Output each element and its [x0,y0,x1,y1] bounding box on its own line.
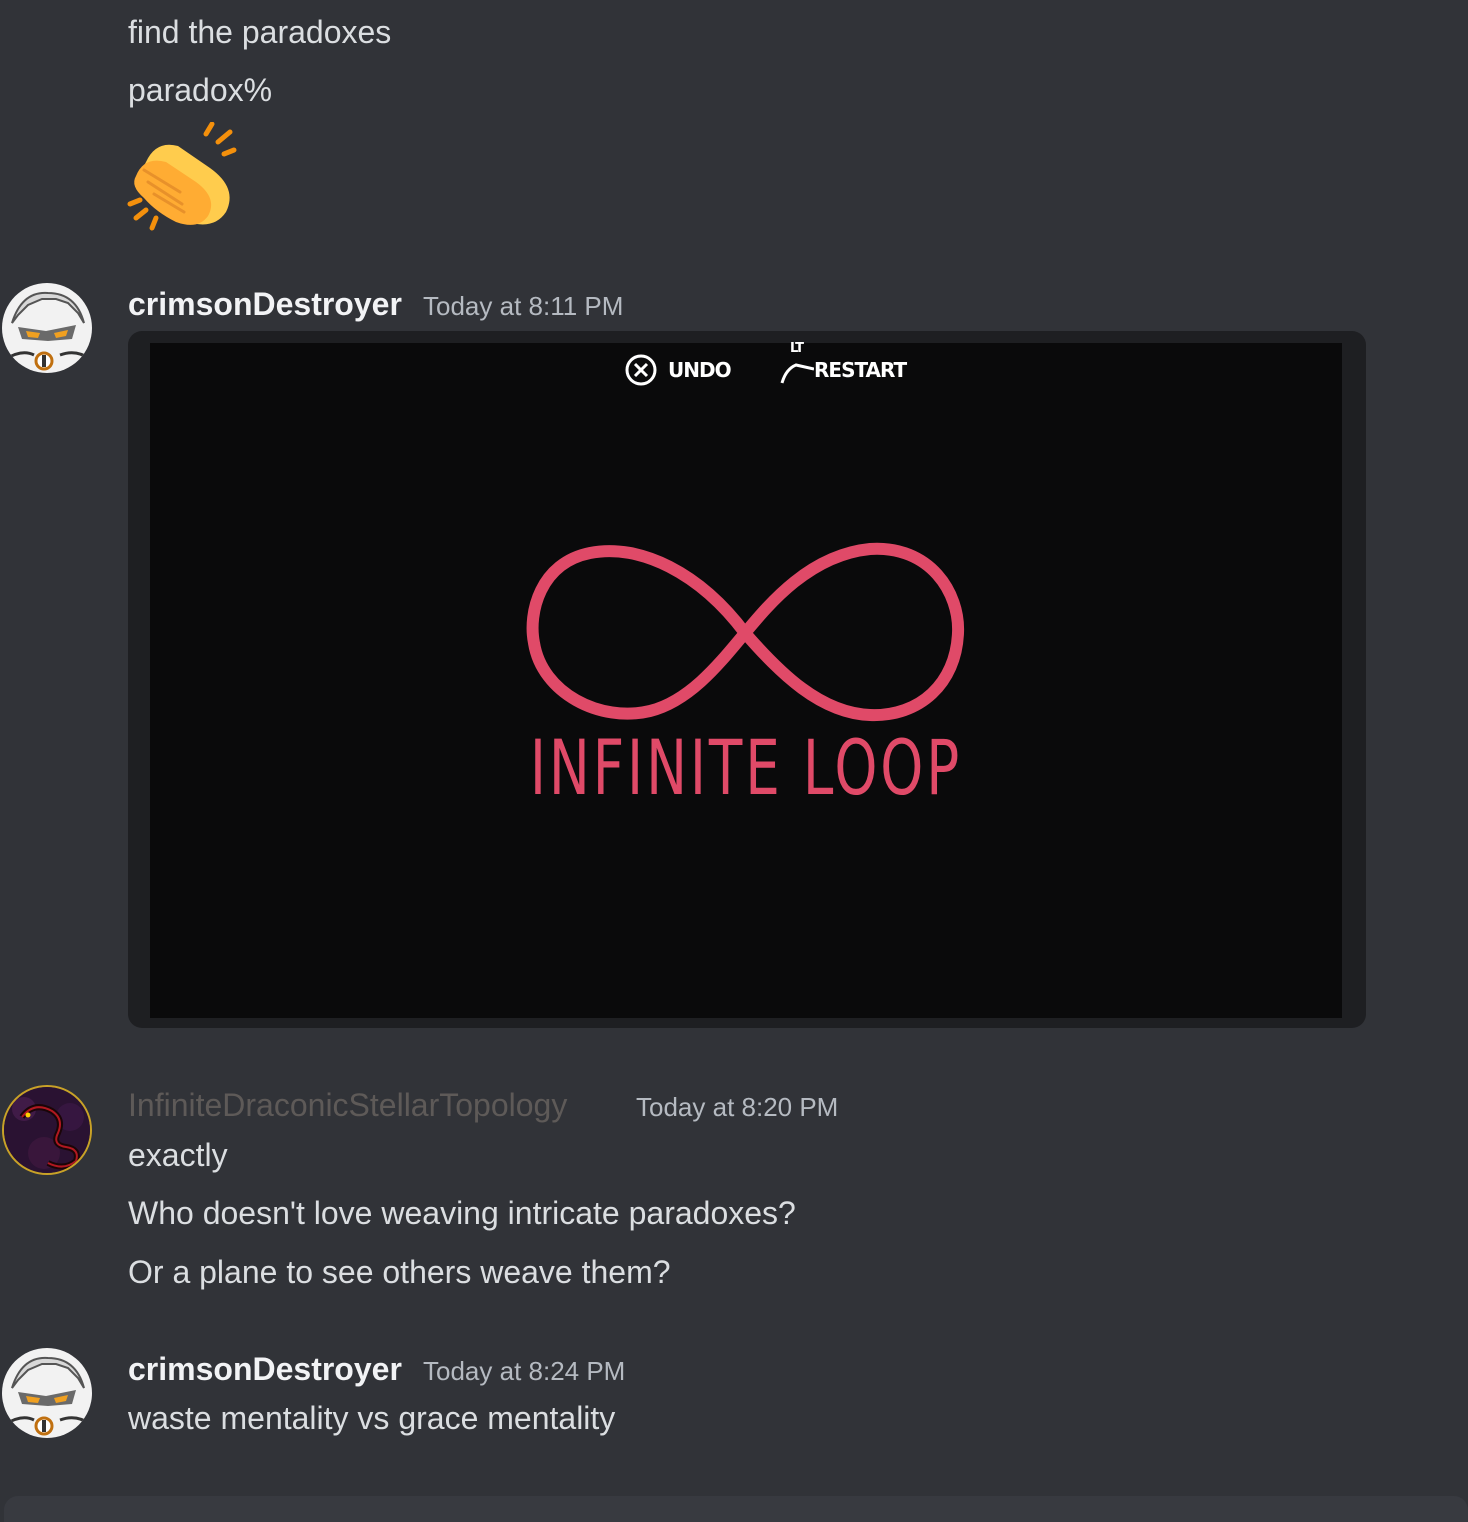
undo-label: UNDO [668,358,732,382]
username[interactable]: crimsonDestroyer [128,284,402,324]
message-text: Or a plane to see others weave them? [128,1254,671,1290]
avatar[interactable] [2,1085,92,1175]
message-timestamp: Today at 8:11 PM [423,291,624,321]
restart-hint: LT RESTART [778,341,907,387]
infinite-loop-title: INFINITE LOOP [529,723,963,812]
message-text: waste mentality vs grace mentality [128,1400,616,1436]
message-input[interactable] [4,1496,1468,1522]
message-text: find the paradoxes [128,14,392,50]
undo-hint: UNDO [624,353,732,387]
clapping-hands-emoji [127,122,237,231]
message-timestamp: Today at 8:20 PM [636,1092,839,1122]
chat-view: find the paradoxes paradox% crimsonDestr… [0,0,1468,1522]
message-text: Who doesn't love weaving intricate parad… [128,1195,796,1231]
lt-trigger-icon: LT [778,341,814,387]
message-text: paradox% [128,72,273,108]
game-screenshot: UNDO LT RESTART INFINITE LOOP [150,341,1342,1018]
message-timestamp: Today at 8:24 PM [423,1356,626,1386]
avatar[interactable] [2,283,92,373]
message-text: exactly [128,1137,228,1173]
image-attachment[interactable]: UNDO LT RESTART INFINITE LOOP [128,331,1366,1028]
restart-label: RESTART [814,358,907,382]
avatar[interactable] [2,1348,92,1438]
infinity-icon [526,542,965,722]
x-button-icon [625,354,657,386]
username[interactable]: crimsonDestroyer [128,1349,402,1389]
username[interactable]: InfiniteDraconicStellarTopology [128,1085,567,1125]
